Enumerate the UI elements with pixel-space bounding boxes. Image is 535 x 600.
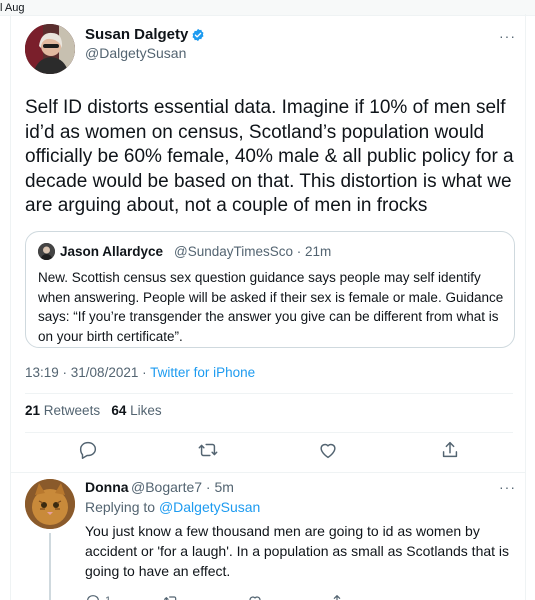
replying-to: Replying to @DalgetySusan <box>85 499 260 515</box>
tweet-meta: 13:19 · 31/08/2021 · Twitter for iPhone <box>25 365 255 380</box>
reply-author-name[interactable]: Donna <box>85 479 129 495</box>
share-button[interactable] <box>439 439 461 461</box>
divider <box>25 432 513 433</box>
reply-author-avatar[interactable] <box>25 479 75 529</box>
reply-icon <box>87 595 99 600</box>
main-tweet: Susan Dalgety @DalgetySusan ··· Self ID … <box>10 14 526 600</box>
quote-author-handle: @SundayTimesSco · 21m <box>174 244 332 259</box>
retweet-icon <box>164 596 177 600</box>
reply-like-button[interactable] <box>247 593 263 600</box>
retweet-button[interactable] <box>197 439 219 461</box>
retweets-count: 21 <box>25 403 41 418</box>
quote-text: New. Scottish census sex question guidan… <box>38 270 504 344</box>
tweet-timestamp[interactable]: 13:19 · 31/08/2021 · <box>25 365 150 380</box>
verified-badge-icon <box>192 28 204 42</box>
heart-icon <box>320 443 336 459</box>
likes-label: Likes <box>130 403 162 418</box>
author-handle[interactable]: @DalgetySusan <box>85 45 186 61</box>
retweet-icon <box>198 443 218 457</box>
replying-to-mention[interactable]: @DalgetySusan <box>159 499 260 515</box>
tweet-source[interactable]: Twitter for iPhone <box>150 365 255 380</box>
share-icon <box>442 441 458 458</box>
reply-text: You just know a few thousand men are goi… <box>85 523 510 579</box>
reply-icon <box>79 441 97 459</box>
more-icon[interactable]: ··· <box>499 479 516 495</box>
reply-reply-count: 1 <box>105 595 111 600</box>
reply-reply-button[interactable] <box>85 593 101 600</box>
reply-author-handle[interactable]: @Bogarte7 · 5m <box>131 479 234 495</box>
engagement-stats: 21 Retweets 64 Likes <box>25 403 162 418</box>
reply-share-button[interactable] <box>329 593 345 600</box>
likes-stat[interactable]: 64 Likes <box>111 403 161 418</box>
heart-icon <box>249 596 261 600</box>
likes-count: 64 <box>111 403 127 418</box>
divider <box>25 393 513 394</box>
share-icon <box>333 595 341 600</box>
quote-author-name: Jason Allardyce <box>60 244 164 259</box>
quote-author-avatar <box>38 243 55 260</box>
quoted-tweet[interactable]: Jason Allardyce @SundayTimesSco · 21m Ne… <box>25 231 515 348</box>
top-context-label: l Aug <box>0 2 25 14</box>
like-button[interactable] <box>317 439 339 461</box>
replying-to-label: Replying to <box>85 499 159 515</box>
author-avatar[interactable] <box>25 24 75 74</box>
reply-button[interactable] <box>77 439 99 461</box>
tweet-text: Self ID distorts essential data. Imagine… <box>25 97 514 216</box>
author-name[interactable]: Susan Dalgety <box>85 26 188 43</box>
thread-line <box>49 533 51 600</box>
reply-retweet-button[interactable] <box>163 593 179 600</box>
divider <box>11 472 525 473</box>
more-icon[interactable]: ··· <box>499 28 516 44</box>
retweets-label: Retweets <box>43 403 101 418</box>
retweets-stat[interactable]: 21 Retweets <box>25 403 100 418</box>
